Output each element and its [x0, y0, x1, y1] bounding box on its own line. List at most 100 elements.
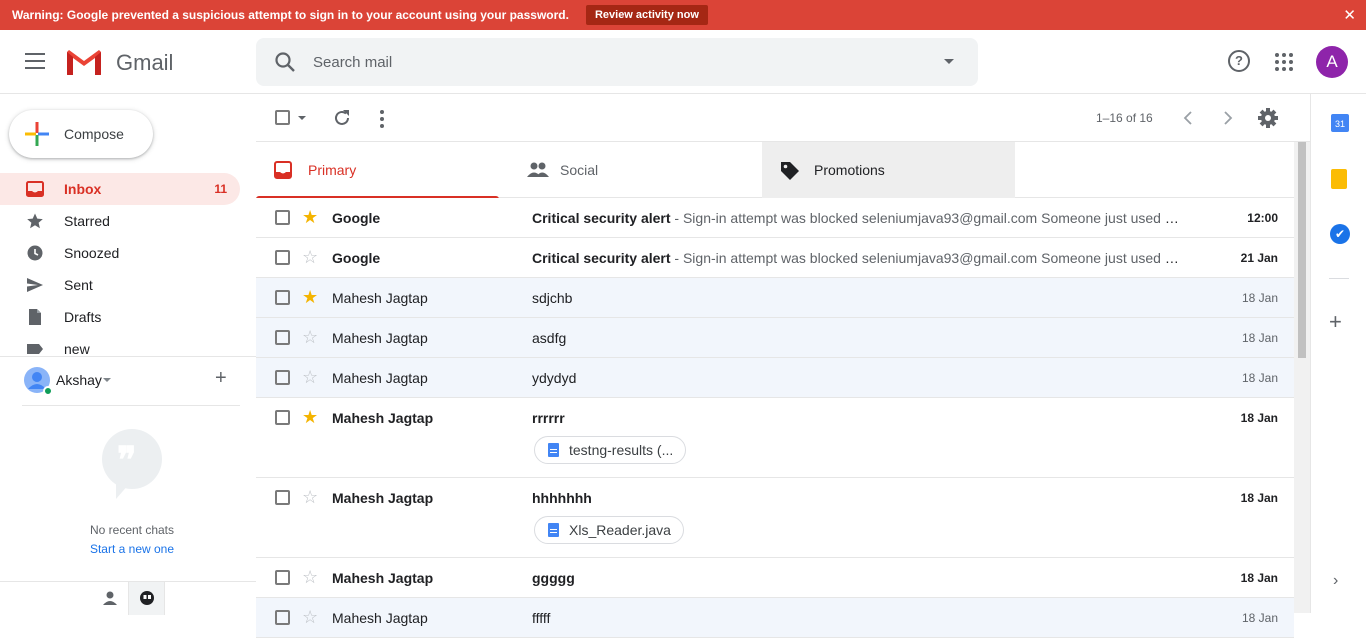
scrollbar-thumb[interactable] [1298, 142, 1306, 358]
warning-message: Warning: Google prevented a suspicious a… [12, 8, 569, 22]
star-icon[interactable]: ★ [302, 408, 318, 426]
row-checkbox[interactable] [275, 210, 290, 225]
star-icon[interactable]: ☆ [302, 368, 318, 386]
chevron-right-icon[interactable] [1222, 111, 1234, 125]
star-icon[interactable]: ☆ [302, 488, 318, 506]
people-icon [527, 162, 549, 177]
close-icon[interactable]: ✕ [1343, 6, 1356, 24]
mail-subject-line: hhhhhhh [532, 490, 1182, 506]
inbox-icon [274, 161, 292, 179]
star-icon[interactable]: ★ [302, 288, 318, 306]
mail-subject-line: asdfg [532, 330, 1182, 346]
mail-row[interactable]: ★ Mahesh Jagtap sdjchb 18 Jan [256, 278, 1294, 318]
review-activity-button[interactable]: Review activity now [585, 5, 708, 25]
document-icon [548, 523, 559, 537]
tab-primary[interactable]: Primary [256, 142, 506, 199]
hangouts-conversations-tab[interactable] [128, 582, 165, 615]
calendar-icon[interactable]: 31 [1331, 114, 1349, 132]
sidebar-item-sent[interactable]: Sent [0, 269, 240, 301]
add-chat-icon[interactable]: + [215, 367, 227, 390]
get-addons-icon[interactable]: + [1329, 309, 1342, 335]
mail-row[interactable]: ☆ Mahesh Jagtap fffff 18 Jan [256, 598, 1294, 638]
search-icon[interactable] [274, 51, 296, 73]
mail-list-scrollbar[interactable] [1294, 142, 1310, 613]
gmail-wordmark[interactable]: Gmail [116, 50, 173, 76]
chevron-right-icon[interactable]: › [1333, 572, 1338, 590]
mail-subject: Critical security alert [532, 250, 671, 266]
mail-date: 18 Jan [1241, 611, 1278, 625]
star-icon[interactable]: ☆ [302, 568, 318, 586]
online-status-dot [43, 386, 53, 396]
select-all-checkbox[interactable] [275, 110, 290, 125]
help-icon[interactable]: ? [1228, 50, 1250, 72]
no-recent-chats-text: No recent chats [89, 523, 175, 537]
attachment-chip[interactable]: Xls_Reader.java [534, 516, 684, 544]
search-bar[interactable]: Search mail [256, 38, 978, 86]
mail-subject-line: Critical security alert - Sign-in attemp… [532, 250, 1182, 266]
mail-sender: Google [332, 210, 381, 226]
gmail-logo-icon[interactable] [65, 48, 103, 76]
star-icon[interactable]: ☆ [302, 608, 318, 626]
mail-row[interactable]: ☆ Mahesh Jagtap hhhhhhh 18 Jan Xls_Reade… [256, 478, 1294, 558]
more-options-icon[interactable] [380, 110, 384, 131]
start-new-chat-link[interactable]: Start a new one [0, 542, 264, 556]
clock-icon [27, 245, 43, 261]
attachment-chip[interactable]: testng-results (... [534, 436, 687, 464]
hangouts-bottom-bar [0, 581, 256, 615]
tab-social[interactable]: Social [509, 142, 759, 198]
mail-date: 18 Jan [1240, 571, 1278, 585]
mail-row[interactable]: ☆ Google Critical security alert - Sign-… [256, 238, 1294, 278]
mail-date: 18 Jan [1241, 291, 1278, 305]
mail-row[interactable]: ☆ Mahesh Jagtap ydydyd 18 Jan [256, 358, 1294, 398]
google-apps-icon[interactable] [1275, 53, 1293, 71]
tasks-icon[interactable]: ✔ [1330, 224, 1350, 244]
search-input[interactable]: Search mail [313, 54, 392, 71]
star-icon[interactable]: ☆ [302, 248, 318, 266]
mail-row[interactable]: ☆ Mahesh Jagtap ggggg 18 Jan [256, 558, 1294, 598]
mail-subject-line: ydydyd [532, 370, 1182, 386]
star-icon[interactable]: ☆ [302, 328, 318, 346]
keep-icon[interactable] [1331, 169, 1347, 189]
attachment-name: Xls_Reader.java [569, 522, 671, 538]
select-options-chevron-down-icon[interactable] [298, 116, 306, 120]
chevron-down-icon[interactable] [103, 378, 111, 382]
contacts-person-icon[interactable] [102, 590, 118, 606]
tab-promotions[interactable]: Promotions [762, 142, 1015, 198]
mail-row[interactable]: ★ Mahesh Jagtap rrrrrr 18 Jan testng-res… [256, 398, 1294, 478]
row-checkbox[interactable] [275, 490, 290, 505]
sidebar-item-drafts[interactable]: Drafts [0, 301, 240, 333]
row-checkbox[interactable] [275, 610, 290, 625]
mail-subject: rrrrrr [532, 410, 565, 426]
inbox-icon [26, 181, 44, 197]
mail-row[interactable]: ☆ Mahesh Jagtap asdfg 18 Jan [256, 318, 1294, 358]
mail-sender: Google [332, 250, 381, 266]
mail-row[interactable]: ★ Google Critical security alert - Sign-… [256, 198, 1294, 238]
account-avatar[interactable]: A [1316, 46, 1348, 78]
row-checkbox[interactable] [275, 370, 290, 385]
sidebar-item-inbox[interactable]: Inbox 11 [0, 173, 240, 205]
settings-gear-icon[interactable] [1257, 107, 1279, 129]
inbox-unread-count: 11 [214, 182, 227, 196]
chevron-left-icon[interactable] [1182, 111, 1194, 125]
star-icon[interactable]: ★ [302, 208, 318, 226]
refresh-icon[interactable] [332, 108, 352, 128]
row-checkbox[interactable] [275, 410, 290, 425]
compose-button[interactable]: Compose [9, 110, 153, 158]
hangouts-user-name[interactable]: Akshay [56, 372, 102, 388]
search-options-chevron-down-icon[interactable] [944, 59, 954, 64]
row-checkbox[interactable] [275, 290, 290, 305]
mail-subject: sdjchb [532, 290, 573, 306]
main-menu-icon[interactable] [25, 53, 45, 69]
row-checkbox[interactable] [275, 250, 290, 265]
sidebar-item-label: Sent [64, 277, 93, 293]
sidebar-item-label: Drafts [64, 309, 102, 325]
sidebar-item-new-label[interactable]: new [0, 333, 240, 357]
mail-list: ★ Google Critical security alert - Sign-… [256, 198, 1294, 638]
mail-subject: Critical security alert [532, 210, 671, 226]
row-checkbox[interactable] [275, 570, 290, 585]
sidebar-item-label: Starred [64, 213, 110, 229]
sidebar-item-starred[interactable]: Starred [0, 205, 240, 237]
row-checkbox[interactable] [275, 330, 290, 345]
mail-subject-line: Critical security alert - Sign-in attemp… [532, 210, 1182, 226]
sidebar-item-snoozed[interactable]: Snoozed [0, 237, 240, 269]
